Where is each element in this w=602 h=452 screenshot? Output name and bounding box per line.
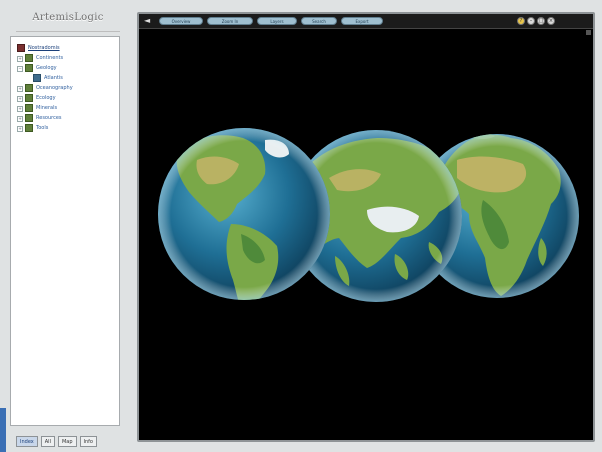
- tree-item-label: Nostradomis: [28, 45, 60, 51]
- folder-icon: [25, 114, 33, 122]
- tree-item[interactable]: + Tools: [15, 123, 115, 133]
- tab-index[interactable]: Index: [16, 436, 38, 447]
- tree-item-label: Atlantis: [44, 75, 63, 81]
- tab-map[interactable]: Map: [57, 436, 77, 447]
- expand-icon[interactable]: +: [17, 126, 23, 132]
- close-icon[interactable]: ×: [547, 17, 555, 25]
- toolbar-button-overview[interactable]: Overview: [159, 17, 203, 25]
- folder-icon: [25, 94, 33, 102]
- folder-icon: [25, 84, 33, 92]
- tree-item[interactable]: + Resources: [15, 113, 115, 123]
- tree-item[interactable]: + Ecology: [15, 93, 115, 103]
- toolbar-button-export[interactable]: Export: [341, 17, 383, 25]
- back-arrow-icon[interactable]: ◄: [144, 16, 150, 25]
- toolbar-button-zoom-in[interactable]: Zoom In: [207, 17, 253, 25]
- tab-info[interactable]: Info: [79, 436, 97, 447]
- tree-item-label: Minerals: [36, 105, 58, 111]
- toolbar-button-search[interactable]: Search: [301, 17, 337, 25]
- tree-item[interactable]: Nostradomis: [15, 43, 115, 53]
- minimize-icon[interactable]: –: [527, 17, 535, 25]
- folder-icon: [25, 104, 33, 112]
- tree-item[interactable]: + Minerals: [15, 103, 115, 113]
- tree-item-label: Resources: [36, 115, 62, 121]
- folder-icon: [25, 54, 33, 62]
- tree-item-label: Tools: [36, 125, 49, 131]
- tree-item-label: Continents: [36, 55, 64, 61]
- folder-icon: [25, 64, 33, 72]
- folder-icon: [25, 124, 33, 132]
- expand-icon[interactable]: +: [17, 56, 23, 62]
- tree-item[interactable]: Atlantis: [15, 73, 115, 83]
- tree-item-label: Geology: [36, 65, 57, 71]
- tree-item[interactable]: + Oceanography: [15, 83, 115, 93]
- viewer-toolbar: ◄ Overview Zoom In Layers Search Export …: [139, 14, 593, 29]
- expand-icon[interactable]: +: [17, 96, 23, 102]
- tab-all[interactable]: All: [40, 436, 55, 447]
- tree-item-label: Ecology: [36, 95, 56, 101]
- globe-viewer[interactable]: ◄ Overview Zoom In Layers Search Export …: [137, 12, 595, 442]
- scroll-handle[interactable]: [586, 30, 591, 35]
- tree-item-label: Oceanography: [36, 85, 73, 91]
- tree-panel[interactable]: Nostradomis + Continents − Geology Atlantis + O…: [10, 36, 120, 426]
- maximize-icon[interactable]: □: [537, 17, 545, 25]
- globe-illustration: [158, 128, 579, 302]
- toolbar-button-layers[interactable]: Layers: [257, 17, 297, 25]
- page-icon: [33, 74, 41, 82]
- collapse-icon[interactable]: −: [17, 66, 23, 72]
- expand-icon[interactable]: +: [17, 106, 23, 112]
- help-icon[interactable]: ?: [517, 17, 525, 25]
- globe-americas: [158, 128, 330, 300]
- book-icon: [17, 44, 25, 52]
- expand-icon[interactable]: +: [17, 86, 23, 92]
- expand-icon[interactable]: +: [17, 116, 23, 122]
- accent-strip: [0, 408, 6, 452]
- panel-tabs: Index All Map Info: [16, 436, 97, 448]
- tree-item[interactable]: + Continents: [15, 53, 115, 63]
- tree-item[interactable]: − Geology: [15, 63, 115, 73]
- app-logo: ArtemisLogic: [16, 9, 120, 32]
